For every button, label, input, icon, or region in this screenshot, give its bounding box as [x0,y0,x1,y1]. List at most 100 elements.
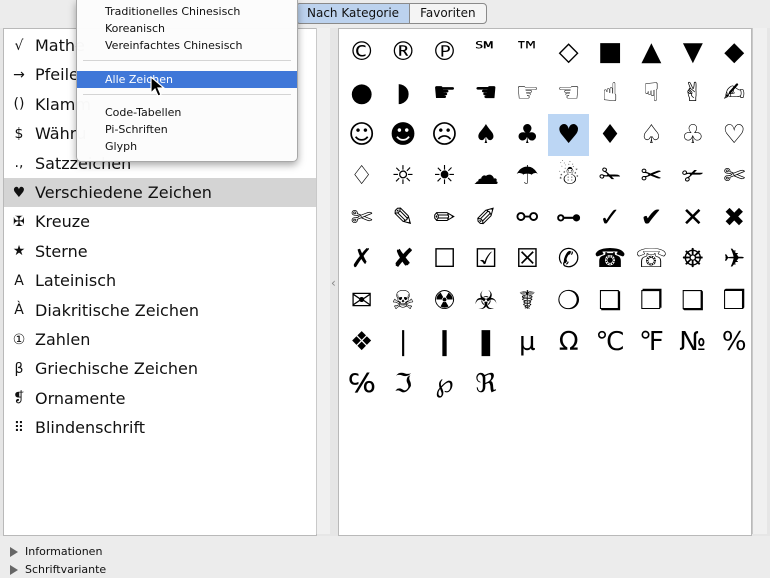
menu-item-pi-fonts[interactable]: Pi-Schriften [77,121,297,138]
glyph-cell[interactable]: ☠ [382,280,423,322]
glyph-cell[interactable]: ☎ [589,239,630,281]
glyph-cell[interactable]: ✁ [589,156,630,198]
glyph-cell[interactable]: ● [341,73,382,115]
glyph-cell[interactable]: ♢ [341,156,382,198]
glyph-cell[interactable]: ☀ [424,156,465,198]
glyph-cell[interactable]: ⚯ [507,197,548,239]
glyph-cell[interactable]: ♣ [507,114,548,156]
glyph-cell[interactable]: ◇ [548,31,589,73]
glyph-cell[interactable]: ☐ [424,239,465,281]
variant-disclosure[interactable]: Schriftvariante [10,563,106,576]
glyph-cell[interactable]: ☼ [382,156,423,198]
glyph-cell[interactable]: ☣ [465,280,506,322]
glyph-cell[interactable]: ☑ [465,239,506,281]
tab-favorites[interactable]: Favoriten [410,4,486,23]
glyph-cell[interactable]: ℃ [589,322,630,364]
grid-scrollbar[interactable] [752,28,767,534]
category-item[interactable]: ⠿ Blindenschrift [4,413,316,442]
glyph-cell[interactable]: ☒ [507,239,548,281]
glyph-cell[interactable]: ☢ [424,280,465,322]
glyph-cell[interactable]: ☂ [507,156,548,198]
glyph-cell[interactable]: ♠ [465,114,506,156]
glyph-cell[interactable]: ❒ [714,280,755,322]
glyph-cell[interactable]: ☏ [631,239,672,281]
glyph-cell[interactable]: ☃ [548,156,589,198]
glyph-cell[interactable]: ✐ [465,197,506,239]
glyph-cell[interactable]: ✂ [631,156,672,198]
glyph-cell[interactable]: © [341,31,382,73]
glyph-cell[interactable]: ⊶ [548,197,589,239]
glyph-cell[interactable]: ▲ [631,31,672,73]
glyph-cell[interactable]: ✘ [382,239,423,281]
glyph-cell[interactable]: ✃ [672,156,713,198]
glyph-cell[interactable]: ❙ [424,322,465,364]
glyph-cell[interactable]: ☺ [341,114,382,156]
glyph-cell[interactable]: ℠ [465,31,506,73]
glyph-cell[interactable]: ✄ [714,156,755,198]
glyph-cell[interactable]: Ω [548,322,589,364]
menu-item-simplified-chinese[interactable]: Vereinfachtes Chinesisch [77,37,297,54]
glyph-cell[interactable]: ❚ [465,322,506,364]
glyph-cell[interactable]: ✔ [631,197,672,239]
glyph-cell[interactable]: ✉ [341,280,382,322]
menu-item-glyph[interactable]: Glyph [77,138,297,155]
glyph-cell[interactable]: ☚ [465,73,506,115]
glyph-cell[interactable]: ℅ [341,363,382,405]
glyph-cell[interactable]: ℘ [424,363,465,405]
glyph-cell[interactable]: ♦ [589,114,630,156]
category-scrollbar[interactable] [316,28,331,534]
glyph-cell[interactable]: ☛ [424,73,465,115]
menu-item-all-characters[interactable]: Alle Zeichen [77,71,297,88]
glyph-cell[interactable]: ✓ [589,197,630,239]
glyph-cell[interactable]: ❖ [341,322,382,364]
glyph-cell[interactable]: ℑ [382,363,423,405]
tab-by-category[interactable]: Nach Kategorie [297,4,411,23]
glyph-cell[interactable]: ☸ [672,239,713,281]
glyph-cell[interactable]: ☹ [424,114,465,156]
glyph-cell[interactable]: % [714,322,755,364]
glyph-cell[interactable]: ❍ [548,280,589,322]
menu-item-code-tables[interactable]: Code-Tabellen [77,104,297,121]
category-item[interactable]: ♥ Verschiedene Zeichen [4,178,316,207]
glyph-cell[interactable]: ® [382,31,423,73]
glyph-cell[interactable]: ✎ [382,197,423,239]
glyph-cell[interactable]: ☤ [507,280,548,322]
glyph-cell[interactable]: ☞ [507,73,548,115]
glyph-cell[interactable]: ✈ [714,239,755,281]
glyph-cell[interactable]: ❐ [631,280,672,322]
glyph-cell[interactable]: ℗ [424,31,465,73]
glyph-cell[interactable]: ◆ [714,31,755,73]
glyph-cell[interactable]: ❑ [672,280,713,322]
glyph-cell[interactable]: ♤ [631,114,672,156]
glyph-cell[interactable]: ☝ [589,73,630,115]
glyph-cell[interactable]: № [672,322,713,364]
glyph-cell[interactable]: ✏ [424,197,465,239]
category-item[interactable]: ✠ Kreuze [4,207,316,236]
glyph-cell[interactable]: ✄ [341,197,382,239]
menu-item-korean[interactable]: Koreanisch [77,20,297,37]
glyph-cell[interactable]: ♡ [714,114,755,156]
glyph-cell[interactable]: ☜ [548,73,589,115]
glyph-cell[interactable]: ™ [507,31,548,73]
category-item[interactable]: ❡ Ornamente [4,384,316,413]
glyph-cell[interactable]: µ [507,322,548,364]
category-item[interactable]: ★ Sterne [4,237,316,266]
menu-item-traditional-chinese[interactable]: Traditionelles Chinesisch [77,3,297,20]
glyph-cell[interactable]: ✍ [714,73,755,115]
glyph-cell[interactable]: ■ [589,31,630,73]
glyph-cell[interactable]: ◗ [382,73,423,115]
glyph-cell[interactable]: ✆ [548,239,589,281]
info-disclosure[interactable]: Informationen [10,545,102,558]
glyph-cell[interactable]: ❘ [382,322,423,364]
glyph-cell[interactable]: ☻ [382,114,423,156]
glyph-cell[interactable]: ❏ [589,280,630,322]
glyph-cell[interactable]: ☟ [631,73,672,115]
glyph-cell[interactable]: ℉ [631,322,672,364]
category-item[interactable]: ① Zahlen [4,325,316,354]
glyph-cell[interactable]: ♧ [672,114,713,156]
category-item[interactable]: β Griechische Zeichen [4,354,316,383]
category-item[interactable]: A Lateinisch [4,266,316,295]
glyph-cell[interactable]: ✖ [714,197,755,239]
glyph-cell[interactable]: ✕ [672,197,713,239]
glyph-cell[interactable]: ☁ [465,156,506,198]
